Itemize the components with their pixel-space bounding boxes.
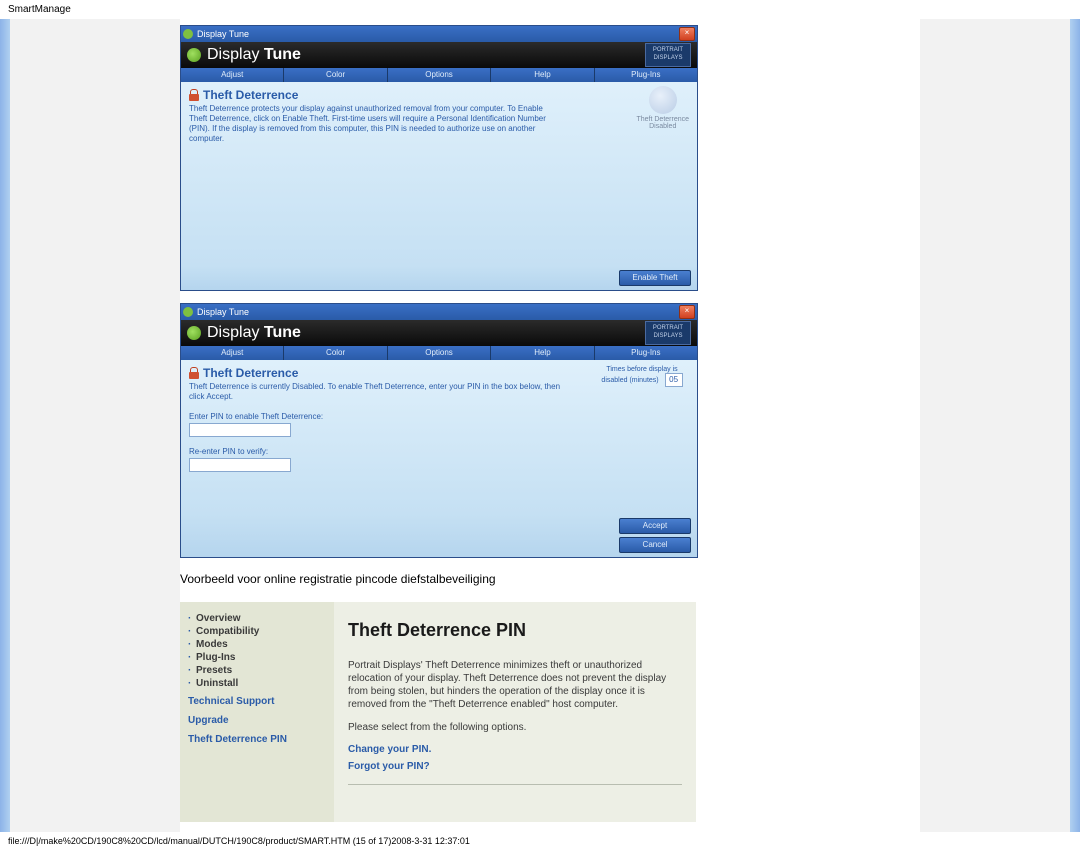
window-title: Display Tune [197,29,679,39]
accept-button[interactable]: Accept [619,518,691,534]
lock-icon [189,367,199,379]
tab-bar: Adjust Color Options Help Plug-Ins [181,68,697,82]
pin-label: Enter PIN to enable Theft Deterrence: [189,412,689,421]
nav-compatibility[interactable]: Compatibility [188,625,326,638]
tab-help[interactable]: Help [491,68,594,82]
button-row: Enable Theft [181,266,697,290]
help-content: Theft Deterrence PIN Portrait Displays' … [334,602,696,822]
page-header: SmartManage [0,0,1080,19]
nav-theft-pin[interactable]: Theft Deterrence PIN [188,728,326,747]
tab-plugins[interactable]: Plug-Ins [595,346,697,360]
display-tune-window-2: Display Tune × Display Tune PORTRAIT DIS… [180,303,698,558]
tab-help[interactable]: Help [491,346,594,360]
help-nav: Overview Compatibility Modes Plug-Ins Pr… [180,602,334,822]
divider [348,784,682,785]
brand-badge: PORTRAIT DISPLAYS [645,43,691,67]
logo-icon [187,326,201,340]
reenter-pin-input[interactable] [189,458,291,472]
panel-title: Theft Deterrence [203,88,298,102]
logo-text: Display Tune [207,324,301,342]
timeout-status: Times before display is disabled (minute… [597,366,687,387]
titlebar: Display Tune × [181,26,697,42]
window-title: Display Tune [197,307,679,317]
titlebar: Display Tune × [181,304,697,320]
brand-badge: PORTRAIT DISPLAYS [645,321,691,345]
nav-modes[interactable]: Modes [188,638,326,651]
app-icon [183,29,193,39]
tab-options[interactable]: Options [388,346,491,360]
help-title: Theft Deterrence PIN [348,620,682,641]
status-label: Theft Deterrence [636,116,689,123]
left-margin [10,19,180,832]
logo-icon [187,48,201,62]
nav-upgrade[interactable]: Upgrade [188,709,326,728]
button-row: Accept Cancel [181,514,697,557]
panel-title: Theft Deterrence [203,366,298,380]
cancel-button[interactable]: Cancel [619,537,691,553]
right-margin [920,19,1070,832]
panel-description: Theft Deterrence protects your display a… [189,104,559,144]
nav-plugins[interactable]: Plug-Ins [188,651,326,664]
nav-tech-support[interactable]: Technical Support [188,690,326,709]
tab-options[interactable]: Options [388,68,491,82]
footer-path: file:///D|/make%20CD/190C8%20CD/lcd/manu… [0,832,1080,850]
app-header: Display Tune PORTRAIT DISPLAYS [181,320,697,346]
tab-adjust[interactable]: Adjust [181,346,284,360]
timeout-value[interactable]: 05 [665,373,683,387]
app-icon [183,307,193,317]
change-pin-link[interactable]: Change your PIN. [348,744,682,755]
display-tune-window-1: Display Tune × Display Tune PORTRAIT DIS… [180,25,698,291]
tab-bar: Adjust Color Options Help Plug-Ins [181,346,697,360]
left-gradient-bar [0,19,10,832]
status-badge: Theft Deterrence Disabled [636,86,689,130]
tab-plugins[interactable]: Plug-Ins [595,68,697,82]
status-value: Disabled [636,123,689,130]
help-panel: Overview Compatibility Modes Plug-Ins Pr… [180,602,696,822]
theft-deterrence-pin-panel: Theft Deterrence Theft Deterrence is cur… [181,360,697,514]
close-icon[interactable]: × [679,27,695,41]
help-paragraph-2: Please select from the following options… [348,721,682,734]
enable-theft-button[interactable]: Enable Theft [619,270,691,286]
nav-uninstall[interactable]: Uninstall [188,677,326,690]
reenter-pin-label: Re-enter PIN to verify: [189,447,689,456]
tab-color[interactable]: Color [284,346,387,360]
theft-deterrence-panel: Theft Deterrence Theft Deterrence protec… [181,82,697,266]
close-icon[interactable]: × [679,305,695,319]
tab-adjust[interactable]: Adjust [181,68,284,82]
nav-presets[interactable]: Presets [188,664,326,677]
pin-input[interactable] [189,423,291,437]
app-header: Display Tune PORTRAIT DISPLAYS [181,42,697,68]
panel-description: Theft Deterrence is currently Disabled. … [189,382,569,402]
lock-icon [189,89,199,101]
logo-text: Display Tune [207,46,301,64]
nav-overview[interactable]: Overview [188,612,326,625]
forgot-pin-link[interactable]: Forgot your PIN? [348,761,682,772]
tab-color[interactable]: Color [284,68,387,82]
page-body: Display Tune × Display Tune PORTRAIT DIS… [0,19,1080,832]
status-circle-icon [649,86,677,114]
help-paragraph-1: Portrait Displays' Theft Deterrence mini… [348,659,682,711]
right-gradient-bar [1070,19,1080,832]
content-area: Display Tune × Display Tune PORTRAIT DIS… [180,19,920,832]
caption-text: Voorbeeld voor online registratie pincod… [180,572,920,586]
